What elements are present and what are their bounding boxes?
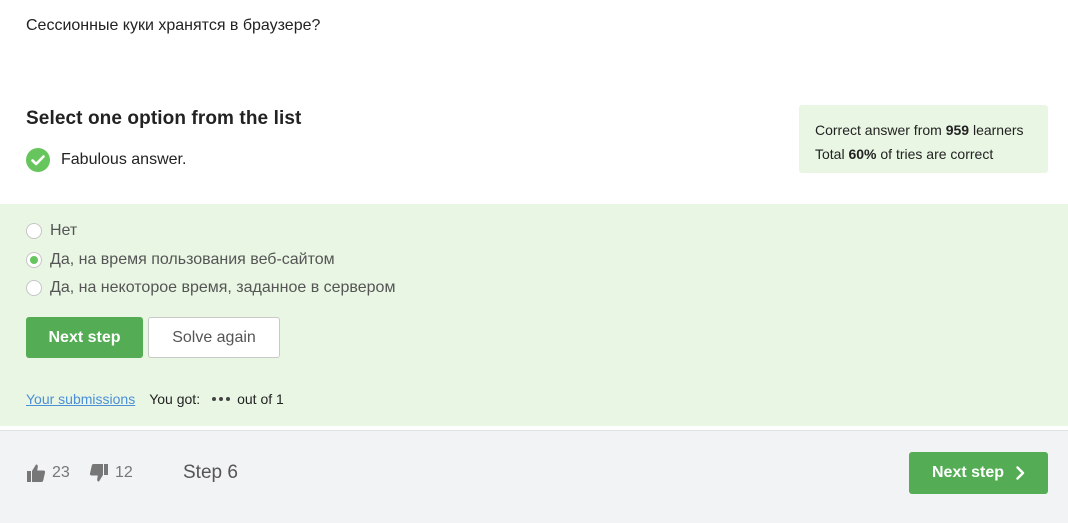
your-submissions-link[interactable]: Your submissions (26, 391, 135, 407)
correct-percent: 60% (848, 146, 877, 162)
radio-button-selected[interactable] (26, 252, 42, 268)
option-label: Нет (50, 222, 78, 239)
step-label: Step 6 (183, 462, 238, 483)
option-item[interactable]: Да, на время пользования веб-сайтом (26, 251, 335, 269)
out-of-label: out of 1 (237, 391, 284, 407)
radio-button[interactable] (26, 280, 42, 296)
thumbs-down-icon (89, 464, 108, 482)
stats-box: Correct answer from 959 learners Total 6… (799, 105, 1048, 173)
feedback: Fabulous answer. (26, 148, 186, 172)
feedback-text: Fabulous answer. (61, 151, 187, 168)
thumbs-up-icon (27, 464, 46, 482)
option-item[interactable]: Нет (26, 222, 77, 240)
section-title: Select one option from the list (26, 108, 302, 129)
solve-again-button[interactable]: Solve again (148, 317, 280, 358)
option-item[interactable]: Да, на некоторое время, заданное в серве… (26, 279, 395, 297)
option-label: Да, на некоторое время, заданное в серве… (50, 279, 396, 296)
check-icon (26, 148, 50, 172)
chevron-right-icon (1016, 466, 1025, 480)
radio-button[interactable] (26, 223, 42, 239)
option-label: Да, на время пользования веб-сайтом (50, 251, 335, 268)
stats-percent: Total 60% of tries are correct (815, 146, 994, 162)
submissions-row: Your submissions You got: out of 1 (26, 391, 284, 407)
footer-next-step-label: Next step (931, 464, 1005, 481)
stats-learners: Correct answer from 959 learners (815, 122, 1024, 138)
question-text: Сессионные куки хранятся в браузере? (26, 17, 321, 34)
footer-bar: 23 12 Step 6 Next step (0, 430, 1068, 523)
dislike-button[interactable]: 12 (89, 463, 133, 483)
you-got-label: You got: (149, 391, 201, 407)
score-dots-icon (212, 397, 233, 401)
dislike-count: 12 (115, 464, 133, 481)
learners-count: 959 (945, 122, 970, 138)
next-step-button[interactable]: Next step (26, 317, 143, 358)
like-button[interactable]: 23 (26, 463, 70, 483)
like-count: 23 (52, 464, 70, 481)
footer-next-step-button[interactable]: Next step (909, 452, 1048, 494)
